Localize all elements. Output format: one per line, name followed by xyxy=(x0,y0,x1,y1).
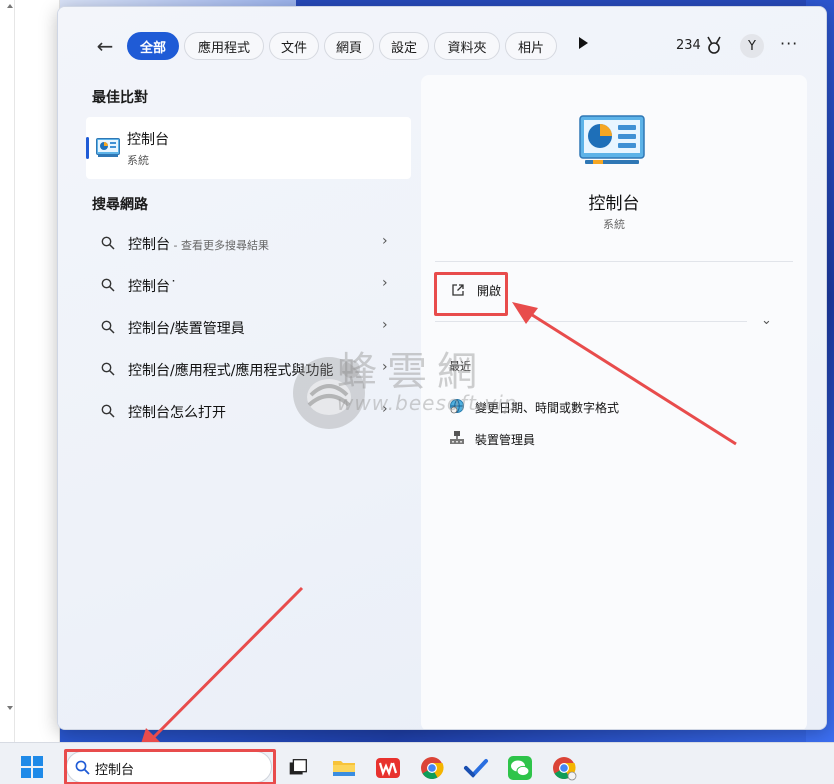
search-web-title: 搜尋網路 xyxy=(92,197,148,213)
more-options-button[interactable]: ··· xyxy=(780,34,798,53)
best-match-title: 最佳比對 xyxy=(92,90,148,106)
annotation-highlight-box xyxy=(64,749,276,784)
best-match-type: 系統 xyxy=(127,154,149,167)
recent-title: 最近 xyxy=(449,360,471,373)
avatar[interactable]: Y xyxy=(740,34,764,58)
wechat-icon[interactable] xyxy=(507,755,533,781)
chevron-right-icon: › xyxy=(382,401,388,417)
annotation-highlight-box xyxy=(434,272,508,316)
web-result-text: 控制台/應用程式/應用程式與功能 xyxy=(128,363,334,379)
back-button[interactable]: ← xyxy=(92,33,118,59)
web-result-item[interactable]: 控制台˙ › xyxy=(86,265,411,305)
web-result-item[interactable]: 控制台/裝置管理員 › xyxy=(86,307,411,347)
file-explorer-icon[interactable] xyxy=(331,755,357,781)
rewards-medal-icon[interactable] xyxy=(704,35,724,55)
chrome-alt-icon[interactable] xyxy=(551,755,577,781)
web-result-hint: - 查看更多搜尋結果 xyxy=(170,239,269,252)
preview-app-name: 控制台 xyxy=(588,194,640,214)
web-result-item[interactable]: 控制台怎么打开 › xyxy=(86,391,411,431)
search-icon xyxy=(101,362,115,376)
best-match-result[interactable]: 控制台 系統 xyxy=(86,117,411,179)
chevron-right-icon: › xyxy=(382,233,388,249)
filter-chip-apps[interactable]: 應用程式 xyxy=(184,32,264,60)
search-icon xyxy=(101,320,115,334)
control-panel-icon xyxy=(579,115,645,164)
chevron-right-icon: › xyxy=(382,317,388,333)
chevron-right-icon: › xyxy=(382,359,388,375)
search-icon xyxy=(101,404,115,418)
control-panel-icon xyxy=(96,138,120,157)
web-result-text: 控制台 - 查看更多搜尋結果 xyxy=(128,234,269,254)
windows-start-icon[interactable] xyxy=(21,756,43,778)
search-icon xyxy=(101,236,115,250)
divider xyxy=(435,321,747,322)
filter-chip-settings[interactable]: 設定 xyxy=(379,32,429,60)
avatar-letter: Y xyxy=(748,38,756,54)
todo-check-icon[interactable] xyxy=(463,755,489,781)
recent-item-label: 裝置管理員 xyxy=(475,433,536,447)
chevron-down-icon[interactable]: ⌄ xyxy=(761,313,772,328)
filter-chip-all[interactable]: 全部 xyxy=(127,32,179,60)
web-result-item[interactable]: 控制台 - 查看更多搜尋結果 › xyxy=(86,223,411,263)
arrow-left-icon: ← xyxy=(96,34,114,58)
window-edge xyxy=(14,0,15,742)
scrollbar[interactable] xyxy=(4,0,13,742)
recent-item-label: 變更日期、時間或數字格式 xyxy=(475,401,620,415)
filter-chip-documents[interactable]: 文件 xyxy=(269,32,319,60)
more-filters-play-icon[interactable] xyxy=(579,37,588,49)
filter-bar: ← 全部 應用程式 文件 網頁 設定 資料夾 相片 234 Y ··· xyxy=(58,29,826,63)
filter-chip-photos[interactable]: 相片 xyxy=(505,32,557,60)
web-result-text: 控制台˙ xyxy=(128,279,177,295)
wps-office-icon[interactable] xyxy=(375,755,401,781)
rewards-points: 234 xyxy=(676,38,701,53)
preview-pane: 控制台 系統 開啟 ⌄ 最近 變更日期、時間或數字格式 裝置管理員 xyxy=(421,75,807,729)
preview-app-type: 系統 xyxy=(603,218,625,231)
chrome-icon[interactable] xyxy=(419,755,445,781)
best-match-name: 控制台 xyxy=(127,132,169,148)
taskbar xyxy=(0,742,834,784)
background-window xyxy=(0,0,60,742)
web-result-query: 控制台 xyxy=(128,237,170,253)
selection-indicator xyxy=(86,137,89,159)
device-manager-icon xyxy=(450,431,464,444)
filter-chip-folders[interactable]: 資料夾 xyxy=(434,32,500,60)
search-icon xyxy=(101,278,115,292)
divider xyxy=(435,261,793,262)
scroll-down-icon[interactable] xyxy=(7,706,13,710)
chevron-right-icon: › xyxy=(382,275,388,291)
web-result-text: 控制台/裝置管理員 xyxy=(128,321,245,337)
filter-chip-web[interactable]: 網頁 xyxy=(324,32,374,60)
scroll-up-icon[interactable] xyxy=(7,4,13,8)
date-time-globe-icon xyxy=(450,399,464,414)
web-result-text: 控制台怎么打开 xyxy=(128,405,226,421)
task-view-icon[interactable] xyxy=(285,755,311,781)
search-panel: ← 全部 應用程式 文件 網頁 設定 資料夾 相片 234 Y ··· 最佳比對 xyxy=(57,6,827,730)
web-result-item[interactable]: 控制台/應用程式/應用程式與功能 › xyxy=(86,349,411,389)
